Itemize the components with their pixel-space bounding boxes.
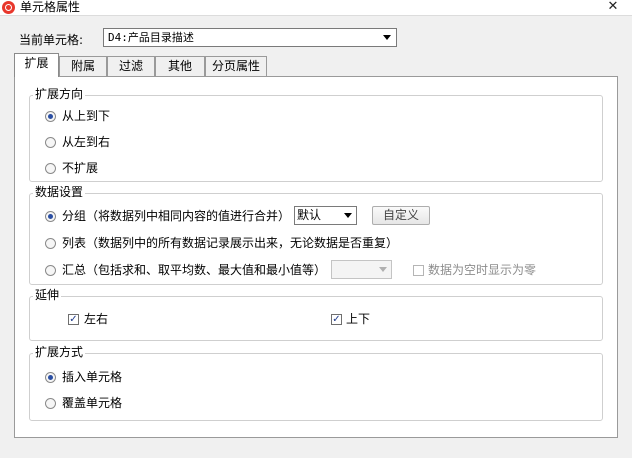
tab-expand[interactable]: 扩展: [14, 53, 59, 77]
data-settings-title: 数据设置: [33, 185, 86, 199]
tab-other[interactable]: 其他: [155, 56, 205, 76]
option-label: 插入单元格: [62, 370, 123, 384]
up-down-label: 上下: [346, 312, 371, 326]
left-right-label: 左右: [84, 312, 109, 326]
current-cell-dropdown[interactable]: D4:产品目录描述: [103, 28, 397, 47]
app-logo-icon: [2, 1, 15, 14]
group-option-label: 分组（将数据列中相同内容的值进行合并）: [62, 209, 291, 223]
expand-direction-group: [29, 95, 603, 182]
tab-label: 附属: [70, 59, 95, 73]
tab-filter[interactable]: 过滤: [107, 56, 155, 76]
tab-label: 扩展: [24, 56, 49, 70]
expand-direction-title: 扩展方向: [33, 87, 86, 101]
group-mode-select[interactable]: 默认: [294, 206, 357, 225]
up-down-checkbox[interactable]: ✓: [331, 314, 342, 325]
current-cell-label: 当前单元格:: [19, 33, 84, 47]
summary-function-select[interactable]: [331, 260, 392, 279]
left-right-checkbox[interactable]: ✓: [68, 314, 79, 325]
extend-title: 延伸: [33, 288, 62, 302]
radio-list-mode[interactable]: [45, 238, 56, 249]
option-label: 覆盖单元格: [62, 396, 123, 410]
current-cell-value: D4:产品目录描述: [108, 31, 194, 44]
radio-top-to-bottom[interactable]: [45, 111, 56, 122]
empty-as-zero-checkbox[interactable]: [413, 265, 424, 276]
summary-option-label: 汇总（包括求和、取平均数、最大值和最小值等）: [62, 263, 327, 277]
radio-overwrite-cells[interactable]: [45, 398, 56, 409]
chevron-down-icon: [344, 213, 352, 218]
radio-summary-mode[interactable]: [45, 265, 56, 276]
option-label: 从上到下: [62, 109, 111, 123]
tab-attached[interactable]: 附属: [59, 56, 107, 76]
expand-mode-group: [29, 353, 603, 421]
window-title: 单元格属性: [20, 0, 81, 14]
radio-group-mode[interactable]: [45, 211, 56, 222]
tab-label: 过滤: [118, 59, 143, 73]
tab-pagination[interactable]: 分页属性: [205, 56, 267, 76]
empty-as-zero-label: 数据为空时显示为零: [428, 263, 537, 277]
radio-left-to-right[interactable]: [45, 137, 56, 148]
title-bar: 单元格属性 ✕: [0, 0, 632, 16]
tab-panel-expand: 扩展方向 从上到下 从左到右 不扩展 数据设置 分组（将数据列中相同内容的值进行…: [14, 76, 618, 438]
tab-label: 其他: [167, 59, 192, 73]
expand-mode-title: 扩展方式: [33, 345, 86, 359]
chevron-down-icon: [379, 267, 387, 272]
option-label: 不扩展: [62, 161, 99, 175]
option-label: 从左到右: [62, 135, 111, 149]
radio-insert-cells[interactable]: [45, 372, 56, 383]
group-mode-value: 默认: [297, 208, 322, 222]
close-icon[interactable]: ✕: [602, 0, 624, 16]
custom-button[interactable]: 自定义: [372, 206, 430, 225]
list-option-label: 列表（数据列中的所有数据记录展示出来，无论数据是否重复）: [62, 236, 399, 250]
radio-no-expand[interactable]: [45, 163, 56, 174]
extend-group: [29, 296, 603, 341]
chevron-down-icon: [383, 35, 391, 40]
tab-label: 分页属性: [211, 59, 260, 73]
